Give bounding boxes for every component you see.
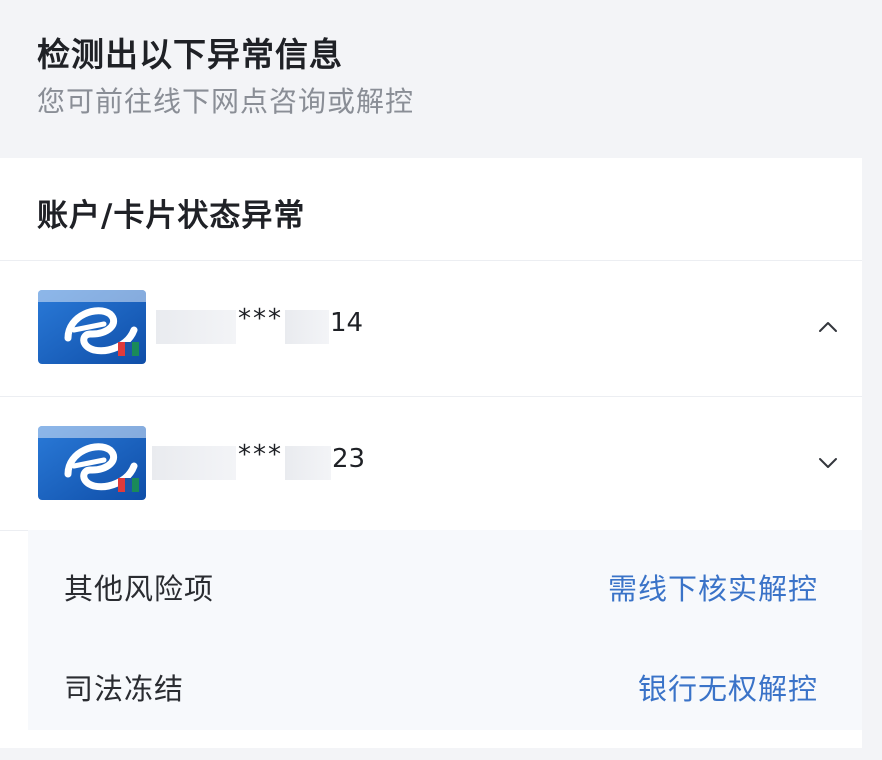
risk-label-other: 其他风险项	[64, 572, 215, 606]
account-status-panel: 账户/卡片状态异常 *** 14 *** 23 其他风险项 需线下核实解控 司法…	[0, 158, 862, 748]
header: 检测出以下异常信息 您可前往线下网点咨询或解控	[0, 0, 882, 158]
masked-account-middle	[285, 446, 331, 480]
account-suffix: 23	[332, 444, 366, 474]
account-mask-stars: ***	[238, 304, 283, 334]
account-mask-stars: ***	[238, 440, 283, 470]
account-suffix: 14	[330, 308, 364, 338]
chevron-up-icon[interactable]	[816, 315, 840, 339]
page-subtitle: 您可前往线下网点咨询或解控	[37, 85, 415, 118]
card-row-2[interactable]: *** 23	[0, 396, 862, 532]
masked-account-middle	[285, 310, 329, 344]
bank-card-icon	[38, 290, 146, 364]
risk-action-verify-offline[interactable]: 需线下核实解控	[608, 566, 818, 608]
page-title: 检测出以下异常信息	[37, 35, 343, 74]
risk-label-judicial-freeze: 司法冻结	[64, 672, 185, 706]
masked-account-prefix	[152, 446, 236, 480]
risk-action-bank-cannot-unfreeze[interactable]: 银行无权解控	[638, 666, 818, 708]
section-title: 账户/卡片状态异常	[37, 198, 306, 234]
masked-account-prefix	[156, 310, 236, 344]
risk-detail-box: 其他风险项 需线下核实解控 司法冻结 银行无权解控	[28, 530, 862, 730]
chevron-down-icon[interactable]	[816, 451, 840, 475]
card-row-1[interactable]: *** 14	[0, 260, 862, 396]
bank-card-icon	[38, 426, 146, 500]
